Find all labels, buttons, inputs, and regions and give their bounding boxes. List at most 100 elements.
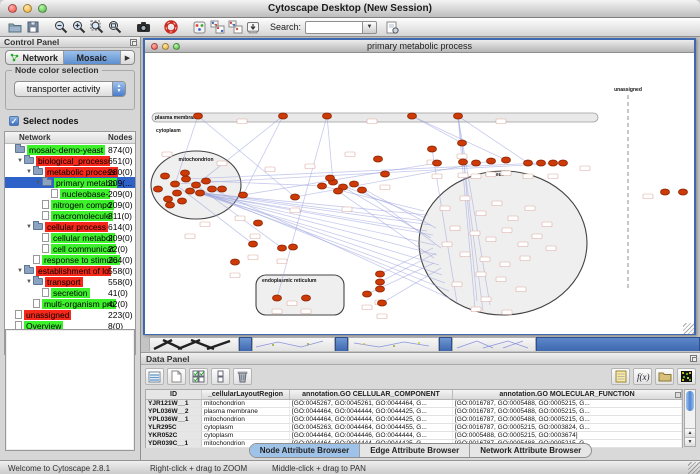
zoom-out-button[interactable]	[52, 19, 70, 35]
network-node[interactable]	[302, 295, 311, 301]
more-tabs-button[interactable]: ▶	[121, 51, 134, 64]
tree-row[interactable]: nucleobase-209(0)	[5, 188, 135, 199]
network-node[interactable]	[378, 300, 387, 306]
network-node[interactable]	[278, 245, 287, 251]
network-node[interactable]	[381, 171, 390, 177]
network-node[interactable]	[178, 198, 187, 204]
network-node[interactable]	[502, 157, 511, 163]
network-node[interactable]	[182, 176, 191, 182]
vizmapper-button[interactable]	[190, 19, 208, 35]
network-node[interactable]	[454, 113, 463, 119]
scroll-up-icon[interactable]: ▲	[685, 428, 695, 437]
search-input[interactable]	[305, 21, 363, 34]
tree-row[interactable]: response to stimulu264(0)	[5, 254, 135, 265]
network-node[interactable]	[408, 113, 417, 119]
tree-row[interactable]: ▼establishment of lo558(0)	[5, 265, 135, 276]
background-window-preview[interactable]	[252, 337, 335, 351]
table-row[interactable]: YJR121W__1mitochondrion[GO:0045267, GO:0…	[146, 400, 682, 408]
matrix-view-button[interactable]	[677, 368, 696, 385]
network-node[interactable]	[161, 173, 170, 179]
float-data-panel-icon[interactable]	[690, 355, 697, 362]
tree-row[interactable]: ▼primary metabo209(...	[5, 177, 135, 188]
background-window-titlebar[interactable]	[536, 337, 700, 351]
network-node[interactable]	[202, 178, 211, 184]
network-node[interactable]	[154, 186, 163, 192]
function-builder-button[interactable]: f(x)	[633, 368, 652, 385]
search-dropdown-button[interactable]: ▼	[363, 21, 377, 34]
network-node[interactable]	[254, 220, 263, 226]
select-all-attributes-button[interactable]	[189, 368, 208, 385]
tree-row[interactable]: ▼metabolic process280(0)	[5, 166, 135, 177]
tree-row[interactable]: macromolecule311(0)	[5, 210, 135, 221]
import-attributes-button[interactable]	[655, 368, 674, 385]
select-nodes-checkbox[interactable]: ✓	[9, 116, 19, 126]
tab-mosaic[interactable]: Mosaic	[64, 51, 122, 64]
zoom-view-button[interactable]	[173, 43, 180, 50]
network-node[interactable]	[376, 286, 385, 292]
tree-row[interactable]: unassigned223(0)	[5, 309, 135, 320]
network-view-titlebar[interactable]: primary metabolic process	[145, 40, 694, 53]
app-resize-grip[interactable]	[688, 462, 700, 474]
network-node[interactable]	[433, 160, 442, 166]
network-node[interactable]	[376, 271, 385, 277]
network-node[interactable]	[173, 190, 182, 196]
background-window-preview[interactable]	[149, 337, 239, 351]
tree-row[interactable]: mosaic-demo-yeast874(0)	[5, 144, 135, 155]
background-window-edge[interactable]	[239, 337, 252, 351]
zoom-fit-button[interactable]	[106, 19, 124, 35]
network-node[interactable]	[249, 241, 258, 247]
table-row[interactable]: YLR295Ccytoplasm[GO:0045263, GO:0044464,…	[146, 424, 682, 432]
expand-arrow-icon[interactable]: ▼	[25, 279, 33, 285]
network-node[interactable]	[273, 295, 282, 301]
tree-row[interactable]: ▼biological_process651(0)	[5, 155, 135, 166]
network-node[interactable]	[549, 160, 558, 166]
table-row[interactable]: YPL036W__2plasma membrane[GO:0044464, GO…	[146, 408, 682, 416]
unselect-attributes-button[interactable]	[211, 368, 230, 385]
background-window-preview[interactable]	[452, 337, 536, 351]
network-node[interactable]	[218, 186, 227, 192]
table-vertical-scrollbar[interactable]: ▲ ▼	[684, 389, 696, 447]
network-node[interactable]	[164, 196, 173, 202]
delete-attribute-button[interactable]	[233, 368, 252, 385]
network-node[interactable]	[334, 188, 343, 194]
network-node[interactable]	[239, 192, 248, 198]
merge-networks-button[interactable]	[208, 19, 226, 35]
network-node[interactable]	[171, 181, 180, 187]
network-node[interactable]	[358, 187, 367, 193]
zoom-in-button[interactable]	[70, 19, 88, 35]
network-node[interactable]	[537, 160, 546, 166]
network-node[interactable]	[194, 113, 203, 119]
column-cellular-layout-region[interactable]: _cellularLayoutRegion	[202, 390, 290, 399]
tab-node-attribute-browser[interactable]: Node Attribute Browser	[250, 444, 361, 457]
network-node[interactable]	[374, 156, 383, 162]
save-session-button[interactable]	[24, 19, 42, 35]
tree-row[interactable]: multi-organism pro42(0)	[5, 298, 135, 309]
tree-row[interactable]: cellular metabol209(0)	[5, 232, 135, 243]
expand-arrow-icon[interactable]: ▼	[16, 268, 24, 274]
import-network-button[interactable]	[244, 19, 262, 35]
network-node[interactable]	[459, 159, 468, 165]
network-node[interactable]	[428, 146, 437, 152]
network-node[interactable]	[181, 170, 190, 176]
network-node[interactable]	[487, 158, 496, 164]
tree-row[interactable]: cell communicat22(0)	[5, 243, 135, 254]
column-id[interactable]: ID	[146, 390, 202, 399]
network-node[interactable]	[376, 279, 385, 285]
column-options-icon[interactable]	[675, 392, 681, 398]
zoom-window-button[interactable]	[38, 4, 47, 13]
table-row[interactable]: YPL036W__1mitochondrion[GO:0044464, GO:0…	[146, 416, 682, 424]
tab-edge-attribute-browser[interactable]: Edge Attribute Browser	[360, 444, 470, 457]
network-node[interactable]	[559, 160, 568, 166]
network-node[interactable]	[279, 113, 288, 119]
scrollbar-thumb[interactable]	[686, 391, 694, 411]
network-node[interactable]	[524, 160, 533, 166]
network-node[interactable]	[472, 160, 481, 166]
column-go-cellular-component[interactable]: annotation.GO CELLULAR_COMPONENT	[290, 390, 453, 399]
network-node[interactable]	[679, 189, 688, 195]
tree-row[interactable]: ▼transport558(0)	[5, 276, 135, 287]
network-node[interactable]	[318, 183, 327, 189]
help-button[interactable]	[162, 19, 180, 35]
network-node[interactable]	[326, 175, 335, 181]
network-node[interactable]	[208, 186, 217, 192]
minimize-view-button[interactable]	[162, 43, 169, 50]
